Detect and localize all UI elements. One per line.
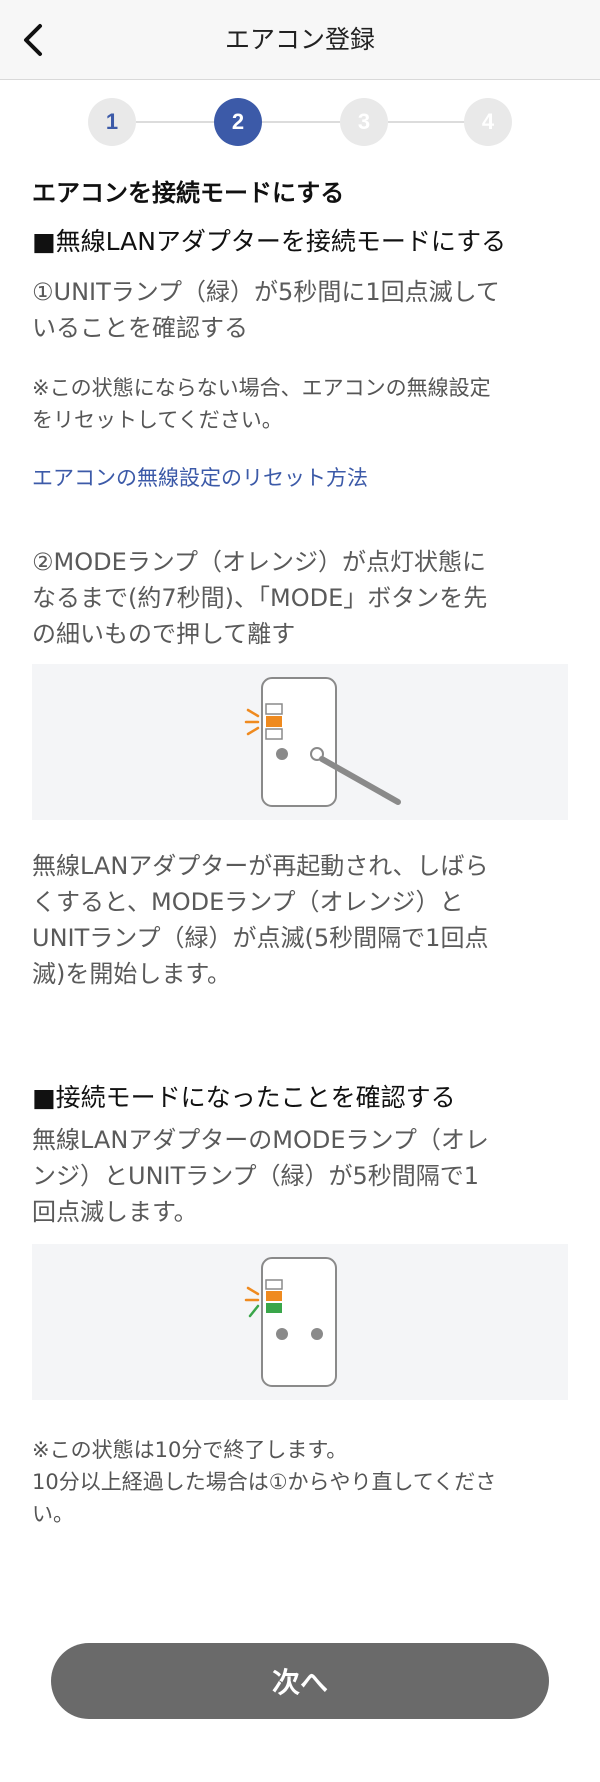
- adapter-blinking-icon: [244, 1257, 337, 1387]
- step2-text: ②MODEランプ（オレンジ）が点灯状態に なるまで(約7秒間)、「MODE」ボタ…: [32, 544, 572, 652]
- reset-method-link[interactable]: エアコンの無線設定のリセット方法: [32, 462, 572, 494]
- text-line: ンジ）とUNITランプ（緑）が5秒間隔で1: [32, 1162, 480, 1190]
- step1-text: ①UNITランプ（緑）が5秒間に1回点滅して いることを確認する: [32, 274, 572, 346]
- step-3: 3: [340, 98, 388, 146]
- mode-button-illustration: [32, 664, 568, 820]
- text-line: ※この状態にならない場合、エアコンの無線設定: [32, 376, 491, 400]
- text-line: 10分以上経過した場合は①からやり直してくださ: [32, 1470, 497, 1494]
- reset-note: ※この状態にならない場合、エアコンの無線設定 をリセットしてください。: [32, 372, 572, 436]
- text-line: ※この状態は10分で終了します。: [32, 1438, 348, 1462]
- text-line: ②MODEランプ（オレンジ）が点灯状態に: [32, 548, 487, 576]
- text-line: 無線LANアダプターが再起動され、しばら: [32, 852, 489, 880]
- text-line: 回点滅します。: [32, 1198, 198, 1226]
- stepper-connector: [262, 121, 340, 123]
- part1-heading: ■無線LANアダプターを接続モードにする: [32, 227, 507, 256]
- text-line: ①UNITランプ（緑）が5秒間に1回点滅して: [32, 278, 500, 306]
- text-line: 無線LANアダプターのMODEランプ（オレ: [32, 1126, 489, 1154]
- step-1: 1: [88, 98, 136, 146]
- app-header: エアコン登録: [0, 0, 600, 80]
- text-line: の細いもので押して離す: [32, 620, 296, 648]
- section-title: エアコンを接続モードにする: [32, 179, 345, 207]
- text-line: い。: [32, 1502, 74, 1526]
- text-line: UNITランプ（緑）が点滅(5秒間隔で1回点: [32, 924, 489, 952]
- result-text: 無線LANアダプターが再起動され、しばら くすると、MODEランプ（オレンジ）と…: [32, 848, 572, 992]
- text-line: なるまで(約7秒間)、「MODE」ボタンを先: [32, 584, 488, 612]
- page-title: エアコン登録: [224, 25, 375, 54]
- step-2-current: 2: [214, 98, 262, 146]
- timeout-note: ※この状態は10分で終了します。 10分以上経過した場合は①からやり直してくださ…: [32, 1434, 572, 1530]
- part2-heading: ■接続モードになったことを確認する: [32, 1083, 456, 1112]
- text-line: いることを確認する: [32, 314, 248, 342]
- text-line: 滅)を開始します。: [32, 960, 231, 988]
- stepper-connector: [136, 121, 214, 123]
- stepper-connector: [388, 121, 466, 123]
- text-line: くすると、MODEランプ（オレンジ）と: [32, 888, 464, 916]
- text-line: をリセットしてください。: [32, 408, 283, 432]
- progress-stepper: 1 2 3 4: [88, 98, 512, 146]
- instructions: エアコンを接続モードにする ■無線LANアダプターを接続モードにする ①UNIT…: [32, 176, 572, 1530]
- adapter-press-icon: [244, 677, 401, 807]
- part2-text: 無線LANアダプターのMODEランプ（オレ ンジ）とUNITランプ（緑）が5秒間…: [32, 1122, 572, 1230]
- step-4: 4: [464, 98, 512, 146]
- connection-mode-illustration: [32, 1244, 568, 1400]
- next-button[interactable]: 次へ: [51, 1643, 549, 1719]
